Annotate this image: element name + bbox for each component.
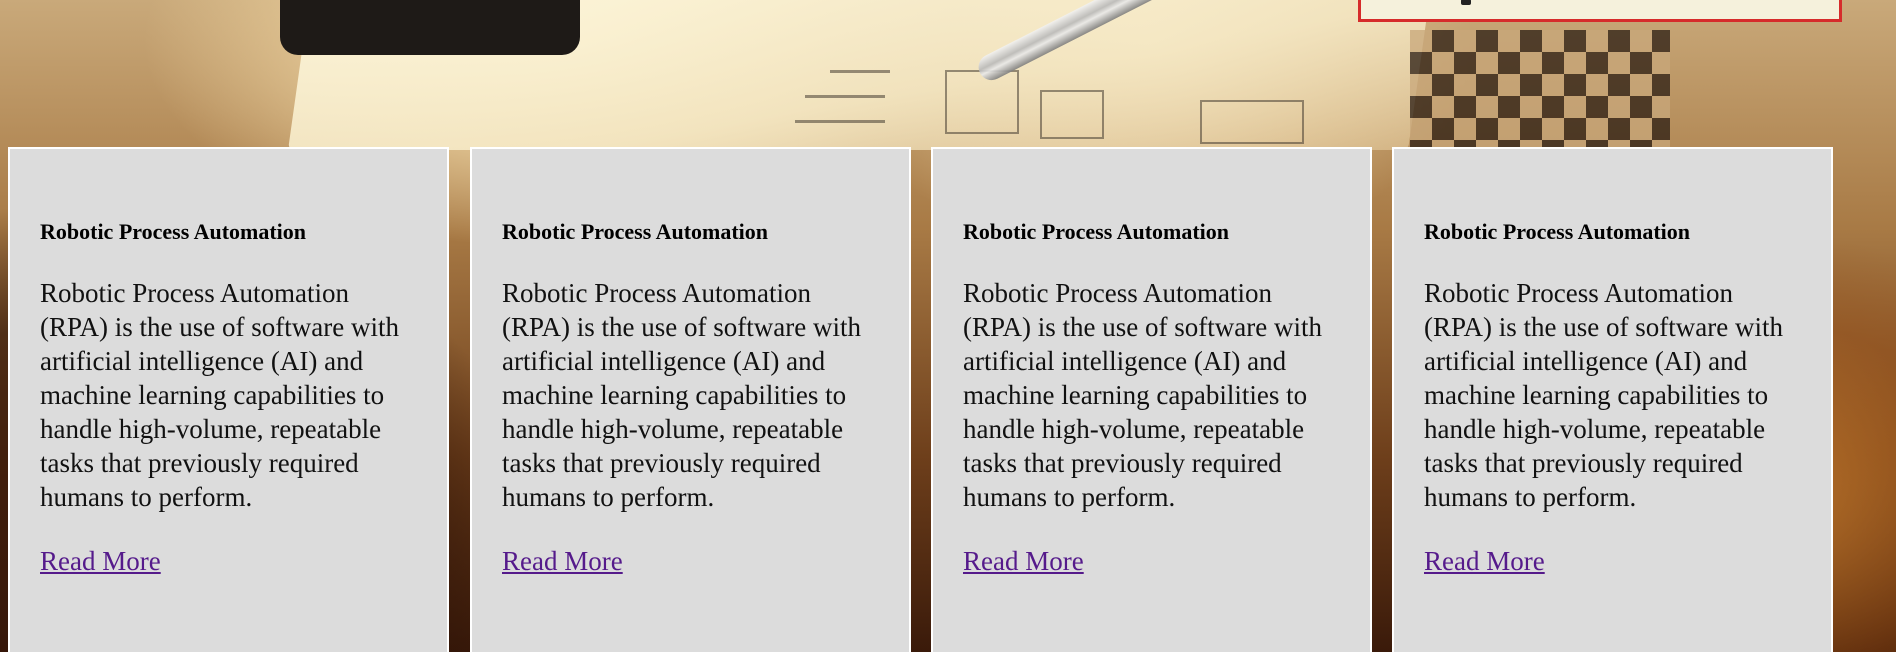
notice-text-fragment (1461, 0, 1471, 5)
sketch-line (805, 95, 885, 98)
sketch-box (1040, 90, 1104, 139)
card-description: Robotic Process Automation (RPA) is the … (1424, 278, 1783, 512)
card-title: Robotic Process Automation (963, 219, 1230, 244)
card-title: Robotic Process Automation (502, 219, 769, 244)
service-card: Robotic Process Automation Robotic Proce… (931, 147, 1372, 652)
read-more-link[interactable]: Read More (963, 544, 1084, 578)
sketch-box (945, 70, 1019, 134)
card-description: Robotic Process Automation (RPA) is the … (502, 278, 861, 512)
read-more-link[interactable]: Read More (40, 544, 161, 578)
service-card: Robotic Process Automation Robotic Proce… (1392, 147, 1833, 652)
card-title: Robotic Process Automation (40, 219, 307, 244)
service-card: Robotic Process Automation Robotic Proce… (470, 147, 911, 652)
sketch-box (1200, 100, 1304, 144)
checkered-surface (1410, 30, 1670, 160)
sketch-line (830, 70, 890, 73)
card-title: Robotic Process Automation (1424, 219, 1691, 244)
notice-box (1358, 0, 1842, 22)
read-more-link[interactable]: Read More (502, 544, 623, 578)
service-card: Robotic Process Automation Robotic Proce… (8, 147, 449, 652)
card-row: Robotic Process Automation Robotic Proce… (8, 147, 1888, 652)
card-description: Robotic Process Automation (RPA) is the … (963, 278, 1322, 512)
read-more-link[interactable]: Read More (1424, 544, 1545, 578)
sketch-line (795, 120, 885, 123)
phone-image (280, 0, 580, 55)
card-description: Robotic Process Automation (RPA) is the … (40, 278, 399, 512)
